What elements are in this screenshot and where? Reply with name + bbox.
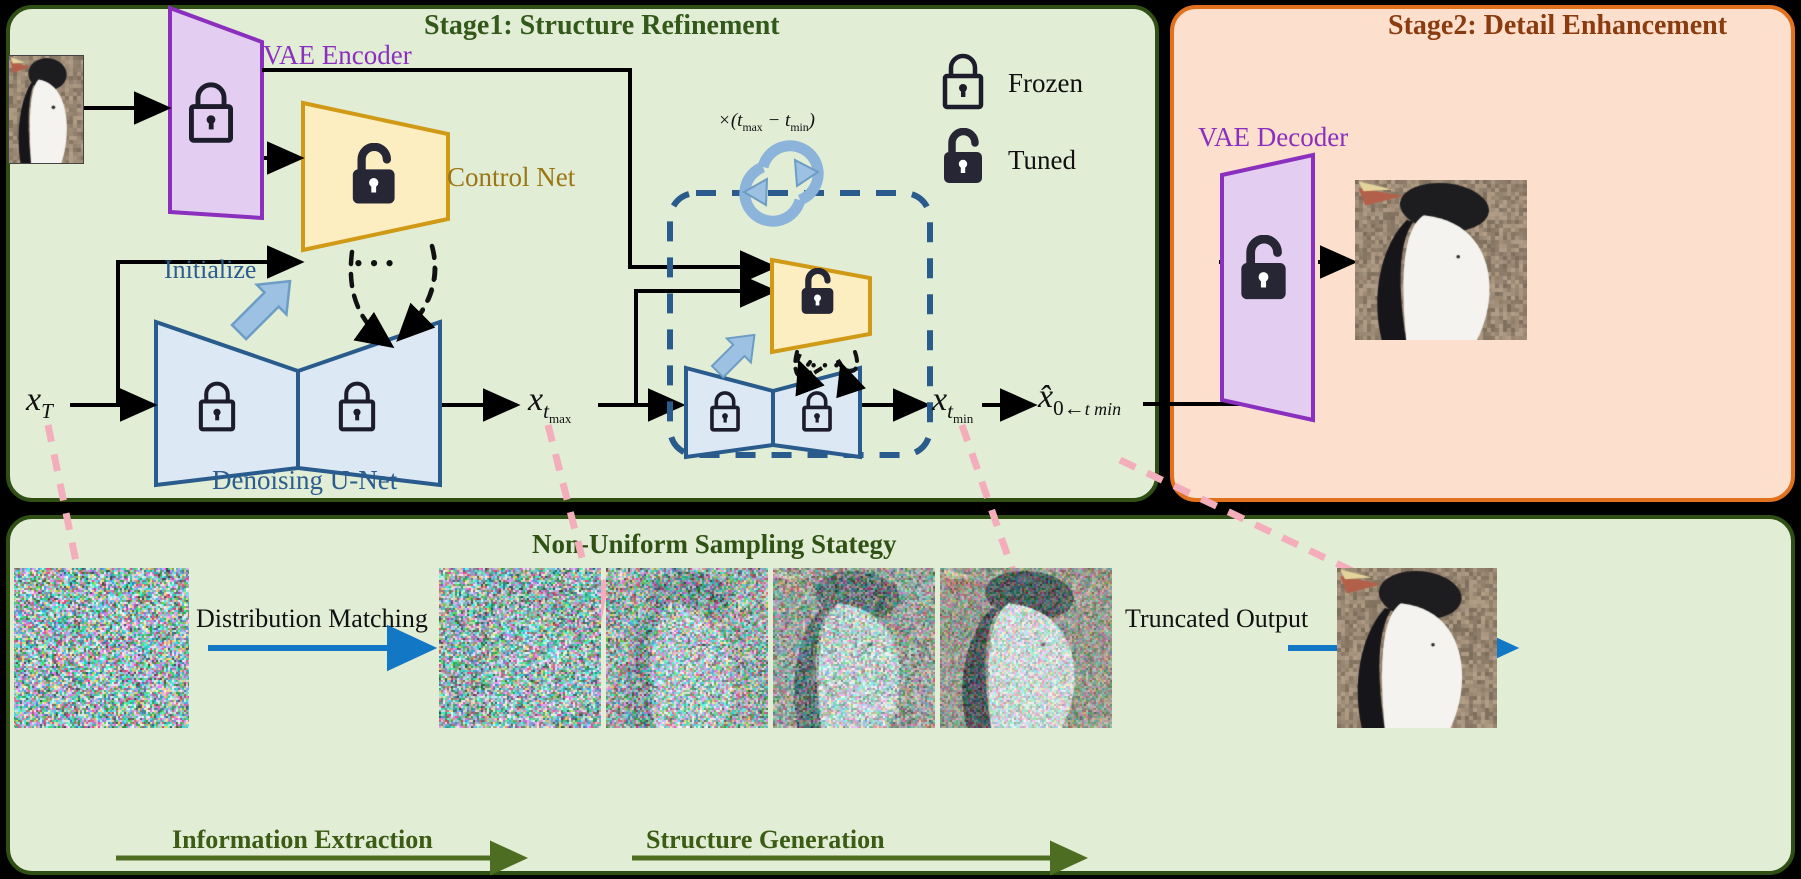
x-tmax-label: xtmax — [528, 381, 571, 427]
stage2-title: Stage2: Detail Enhancement — [1388, 10, 1728, 41]
x-T-sub: T — [41, 398, 53, 423]
x-tmin-label: xtmin — [932, 381, 973, 427]
control-net-label: Control Net — [447, 162, 576, 192]
penguin-output-thumbnail — [1355, 180, 1527, 340]
distribution-matching-label: Distribution Matching — [196, 604, 428, 633]
x-T-base: x — [26, 381, 42, 418]
control-net-loop-lock-icon — [798, 267, 842, 323]
vae-decoder-label: VAE Decoder — [1198, 122, 1349, 152]
x-T-label: xT — [26, 381, 53, 424]
noise-tile-2 — [606, 568, 768, 728]
vae-encoder-lock-icon — [186, 80, 236, 149]
information-extraction-label: Information Extraction — [172, 825, 433, 854]
x-tmin-subsub: min — [952, 411, 974, 426]
x-hat-0-base: x̂ — [1038, 378, 1054, 415]
truncated-output-label: Truncated Output — [1125, 604, 1309, 633]
control-net-lock-icon — [348, 142, 406, 214]
open-lock-icon — [940, 127, 992, 193]
noise-tile-3 — [773, 568, 935, 728]
denoising-unet-loop-left-lock-icon — [708, 390, 742, 437]
x-tmax-subsub: max — [548, 411, 572, 426]
vae-encoder-label: VAE Encoder — [263, 40, 412, 70]
denoising-unet-label: Denoising U-Net — [212, 465, 398, 495]
closed-lock-icon — [940, 52, 986, 115]
legend-tuned-label: Tuned — [1008, 145, 1077, 175]
x-tmin-base: x — [932, 381, 948, 418]
initialize-label: Initialize — [164, 255, 257, 284]
x-tmax-base: x — [528, 381, 544, 418]
noise-tile-tmax — [439, 568, 601, 728]
penguin-input-thumbnail — [8, 55, 84, 164]
stage1-title: Stage1: Structure Refinement — [424, 10, 780, 41]
vae-decoder-lock-icon — [1236, 234, 1298, 310]
noise-tile-tmin — [940, 568, 1112, 728]
x-hat-0-sub: 0← — [1053, 395, 1085, 420]
stage1-panel — [6, 5, 1159, 502]
penguin-final-output — [1337, 568, 1497, 728]
x-hat-0-label: x̂0←t min — [1038, 378, 1121, 421]
legend-frozen-label: Frozen — [1008, 68, 1083, 98]
denoising-unet-loop-right-lock-icon — [800, 390, 834, 437]
sampling-panel-title: Non-Uniform Sampling Stategy — [532, 529, 897, 559]
denoising-unet-left-lock-icon — [196, 380, 238, 437]
loop-multiplier-label: ×(tmax − tmin) — [718, 110, 815, 134]
structure-generation-label: Structure Generation — [646, 825, 885, 854]
noise-tile-xT — [14, 568, 189, 728]
denoising-unet-right-lock-icon — [336, 380, 378, 437]
x-hat-0-subsub: t min — [1084, 398, 1122, 419]
